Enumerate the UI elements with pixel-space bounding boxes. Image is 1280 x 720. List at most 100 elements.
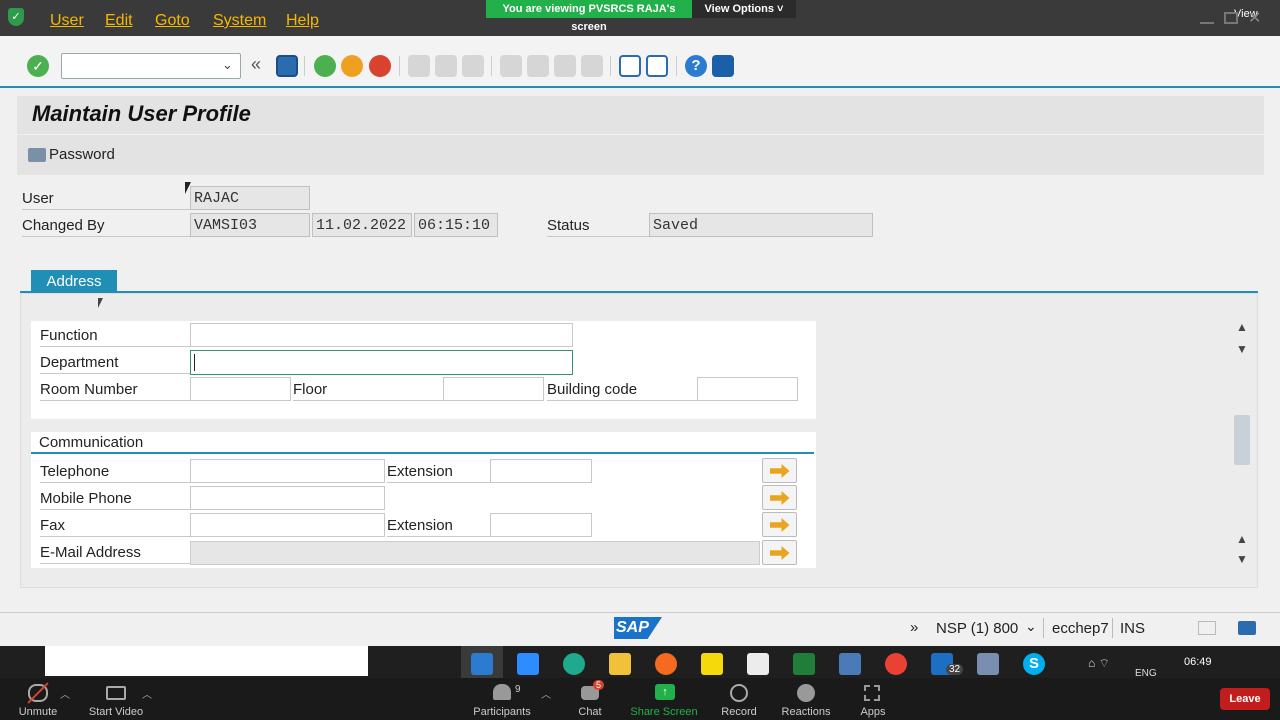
menu-help[interactable]: Help [286, 12, 319, 30]
fax-extension-input[interactable] [490, 513, 592, 537]
department-input[interactable] [190, 350, 573, 375]
participants-icon[interactable] [493, 684, 511, 700]
customize-layout-icon[interactable] [712, 55, 734, 77]
function-label: Function [40, 327, 190, 347]
communication-title: Communication [39, 434, 144, 451]
minimize-icon[interactable] [1200, 12, 1214, 24]
menu-system[interactable]: System [213, 12, 266, 30]
back-icon[interactable] [314, 55, 336, 77]
chevron-down-icon[interactable]: ⌄ [222, 57, 233, 73]
telephone-more-button[interactable] [762, 458, 797, 483]
toolbar-divider [304, 56, 305, 76]
maximize-icon[interactable] [1224, 12, 1238, 24]
print-icon [408, 55, 430, 77]
menu-user[interactable]: User [50, 12, 84, 30]
fax-more-button[interactable] [762, 512, 797, 537]
create-session-icon[interactable] [619, 55, 641, 77]
extension-input[interactable] [490, 459, 592, 483]
excel-icon[interactable] [793, 653, 815, 675]
screen-share-banner: You are viewing PVSRCS RAJA's screen [486, 0, 692, 33]
tab-address[interactable]: Address [31, 270, 117, 293]
standard-toolbar: ✓ ⌄ « ? [0, 36, 1280, 88]
share-screen-icon[interactable]: ↑ [655, 684, 675, 700]
remote-desktop-icon[interactable] [839, 653, 861, 675]
user-label: User [22, 190, 190, 210]
share-screen-button[interactable]: Share Screen [624, 706, 704, 718]
status-label: Status [547, 217, 649, 237]
chevron-up-icon[interactable]: ︿ [541, 686, 551, 701]
mobile-more-button[interactable] [762, 485, 797, 510]
close-icon[interactable]: ✕ [1248, 8, 1261, 28]
email-input[interactable] [190, 541, 760, 565]
scroll-up-icon[interactable]: ▲ [1236, 320, 1248, 334]
cancel-icon[interactable] [369, 55, 391, 77]
help-icon[interactable]: ? [685, 55, 707, 77]
zoom-icon[interactable] [517, 653, 539, 675]
collapse-icon[interactable]: « [251, 54, 261, 75]
chevron-up-icon[interactable]: ︿ [142, 686, 152, 701]
menu-edit[interactable]: Edit [105, 12, 133, 30]
chevron-up-icon[interactable]: ︿ [60, 686, 70, 701]
status-divider [1043, 618, 1044, 638]
application-toolbar [17, 135, 1264, 175]
sticky-notes-icon[interactable] [701, 653, 723, 675]
toolbar-divider [491, 56, 492, 76]
building-code-input[interactable] [697, 377, 798, 401]
chrome-icon[interactable] [885, 653, 907, 675]
mouse-pointer-icon [185, 182, 191, 194]
firefox-icon[interactable] [655, 653, 677, 675]
leave-button[interactable]: Leave [1220, 688, 1270, 710]
telephone-label: Telephone [40, 463, 190, 483]
find-next-icon [462, 55, 484, 77]
insert-mode: INS [1120, 620, 1146, 637]
skype-icon[interactable]: S [1023, 653, 1045, 675]
system-info: NSP (1) 800 [936, 620, 1019, 637]
store-icon[interactable] [747, 653, 769, 675]
taskbar-search-box[interactable] [45, 646, 368, 676]
function-input[interactable] [190, 323, 573, 347]
status-field: Saved [649, 213, 873, 237]
view-options-button[interactable]: View Options ˅ [692, 0, 796, 18]
start-video-button[interactable]: Start Video [76, 706, 156, 718]
record-icon[interactable] [730, 684, 748, 702]
building-code-label: Building code [547, 381, 697, 401]
save-icon[interactable] [276, 55, 298, 77]
chevron-down-icon[interactable]: ⌄ [1025, 618, 1037, 635]
mobile-phone-label: Mobile Phone [40, 490, 190, 510]
chat-button[interactable]: Chat [550, 706, 630, 718]
file-explorer-icon[interactable] [609, 653, 631, 675]
scroll-down-icon[interactable]: ▼ [1236, 552, 1248, 566]
command-field[interactable] [61, 53, 241, 79]
next-page-icon [554, 55, 576, 77]
scrollbar-thumb[interactable] [1234, 415, 1250, 465]
apps-button[interactable]: Apps [833, 706, 913, 718]
last-page-icon [581, 55, 603, 77]
scroll-down-icon[interactable]: ▼ [1236, 342, 1248, 356]
apps-icon[interactable] [864, 685, 880, 701]
enter-icon[interactable]: ✓ [27, 55, 49, 77]
floor-input[interactable] [443, 377, 544, 401]
sap-logon-icon[interactable] [471, 653, 493, 675]
room-number-input[interactable] [190, 377, 291, 401]
email-more-button[interactable] [762, 540, 797, 565]
fax-input[interactable] [190, 513, 385, 537]
telephone-input[interactable] [190, 459, 385, 483]
network-icon[interactable]: ⌂ ⌔ [1088, 656, 1110, 671]
password-button[interactable]: Password [28, 146, 115, 163]
exit-icon[interactable] [341, 55, 363, 77]
scroll-up-icon[interactable]: ▲ [1236, 532, 1248, 546]
participants-button[interactable]: Participants [462, 706, 542, 718]
unmute-button[interactable]: Unmute [0, 706, 78, 718]
edge-icon[interactable] [563, 653, 585, 675]
lock-icon[interactable] [1238, 621, 1256, 635]
shortcut-icon[interactable] [646, 55, 668, 77]
menu-goto[interactable]: Goto [155, 12, 190, 30]
reactions-icon[interactable] [797, 684, 815, 702]
toolbar-divider [610, 56, 611, 76]
expand-status-button[interactable]: » [910, 619, 918, 636]
mobile-phone-input[interactable] [190, 486, 385, 510]
camera-off-icon[interactable] [106, 686, 126, 700]
files-icon[interactable] [977, 653, 999, 675]
clock-time[interactable]: 06:49 [1184, 656, 1212, 668]
first-page-icon [500, 55, 522, 77]
